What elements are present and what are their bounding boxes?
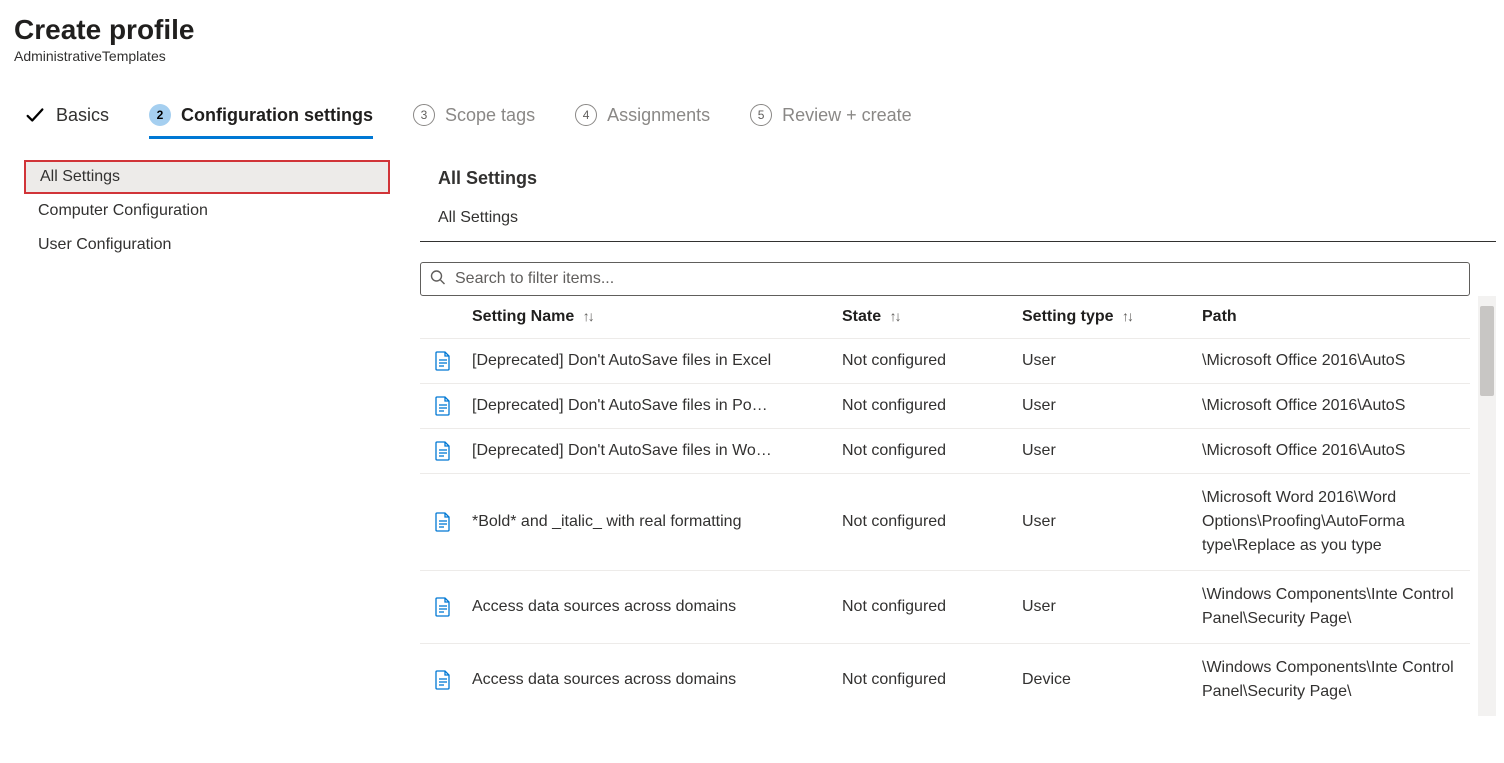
table-row[interactable]: Access data sources across domainsNot co… — [420, 644, 1470, 717]
search-input[interactable] — [420, 262, 1470, 296]
table-row[interactable]: *Bold* and _italic_ with real formatting… — [420, 474, 1470, 571]
table-row[interactable]: [Deprecated] Don't AutoSave files in Wo…… — [420, 429, 1470, 474]
wizard-steps: Basics 2 Configuration settings 3 Scope tags… — [14, 104, 1504, 136]
document-icon — [420, 351, 466, 371]
create-profile-page: Create profile AdministrativeTemplates B… — [0, 0, 1504, 716]
cell-setting-name: *Bold* and _italic_ with real formatting — [472, 474, 842, 571]
divider — [420, 241, 1496, 242]
step-label: Configuration settings — [181, 105, 373, 126]
cell-state: Not configured — [842, 644, 1022, 717]
cell-setting-name: [Deprecated] Don't AutoSave files in Exc… — [472, 339, 842, 384]
settings-table: Setting Name ↑↓ State ↑↓ Setting type ↑↓ — [420, 296, 1470, 716]
cell-type: User — [1022, 429, 1202, 474]
cell-path: \Microsoft Word 2016\Word Options\Proofi… — [1202, 474, 1470, 571]
document-icon — [420, 512, 466, 532]
step-number: 4 — [575, 104, 597, 126]
cell-type: User — [1022, 339, 1202, 384]
sort-icon: ↑↓ — [890, 308, 900, 324]
tree-item[interactable]: User Configuration — [24, 228, 390, 262]
cell-type: Device — [1022, 644, 1202, 717]
cell-type: User — [1022, 474, 1202, 571]
cell-path: \Microsoft Office 2016\AutoS — [1202, 429, 1470, 474]
step-number: 2 — [149, 104, 171, 126]
sort-icon: ↑↓ — [1122, 308, 1132, 324]
scrollbar-thumb[interactable] — [1480, 306, 1494, 396]
main-title: All Settings — [438, 168, 1496, 189]
cell-path: \Windows Components\Inte Control Panel\S… — [1202, 644, 1470, 717]
cell-state: Not configured — [842, 571, 1022, 644]
col-setting-type[interactable]: Setting type ↑↓ — [1022, 296, 1202, 339]
sort-icon: ↑↓ — [583, 308, 593, 324]
step-label: Basics — [56, 105, 109, 126]
table-row[interactable]: [Deprecated] Don't AutoSave files in Po…… — [420, 384, 1470, 429]
page-subtitle: AdministrativeTemplates — [14, 48, 1504, 64]
cell-state: Not configured — [842, 339, 1022, 384]
document-icon — [420, 670, 466, 690]
document-icon — [420, 597, 466, 617]
wizard-step-future[interactable]: 3 Scope tags — [413, 104, 535, 136]
cell-setting-name: [Deprecated] Don't AutoSave files in Wo… — [472, 429, 842, 474]
wizard-step-future[interactable]: 5 Review + create — [750, 104, 912, 136]
wizard-step-done[interactable]: Basics — [24, 104, 109, 136]
cell-state: Not configured — [842, 474, 1022, 571]
tree-item[interactable]: Computer Configuration — [24, 194, 390, 228]
page-title: Create profile — [14, 14, 1504, 46]
search-icon — [430, 270, 446, 289]
tree-item[interactable]: All Settings — [24, 160, 390, 194]
cell-state: Not configured — [842, 429, 1022, 474]
step-number: 5 — [750, 104, 772, 126]
settings-tree: All SettingsComputer ConfigurationUser C… — [14, 160, 390, 262]
col-state[interactable]: State ↑↓ — [842, 296, 1022, 339]
wizard-step-future[interactable]: 4 Assignments — [575, 104, 710, 136]
breadcrumb: All Settings — [438, 209, 1496, 227]
scrollbar[interactable] — [1478, 296, 1496, 716]
cell-path: \Windows Components\Inte Control Panel\S… — [1202, 571, 1470, 644]
col-setting-name[interactable]: Setting Name ↑↓ — [472, 296, 842, 339]
wizard-step-active[interactable]: 2 Configuration settings — [149, 104, 373, 139]
table-row[interactable]: [Deprecated] Don't AutoSave files in Exc… — [420, 339, 1470, 384]
check-icon — [24, 104, 46, 126]
cell-type: User — [1022, 384, 1202, 429]
cell-path: \Microsoft Office 2016\AutoS — [1202, 384, 1470, 429]
col-path[interactable]: Path — [1202, 296, 1470, 339]
document-icon — [420, 441, 466, 461]
step-label: Review + create — [782, 105, 912, 126]
document-icon — [420, 396, 466, 416]
step-label: Assignments — [607, 105, 710, 126]
step-number: 3 — [413, 104, 435, 126]
cell-path: \Microsoft Office 2016\AutoS — [1202, 339, 1470, 384]
cell-state: Not configured — [842, 384, 1022, 429]
cell-setting-name: Access data sources across domains — [472, 571, 842, 644]
cell-type: User — [1022, 571, 1202, 644]
cell-setting-name: [Deprecated] Don't AutoSave files in Po… — [472, 384, 842, 429]
step-label: Scope tags — [445, 105, 535, 126]
cell-setting-name: Access data sources across domains — [472, 644, 842, 717]
table-row[interactable]: Access data sources across domainsNot co… — [420, 571, 1470, 644]
